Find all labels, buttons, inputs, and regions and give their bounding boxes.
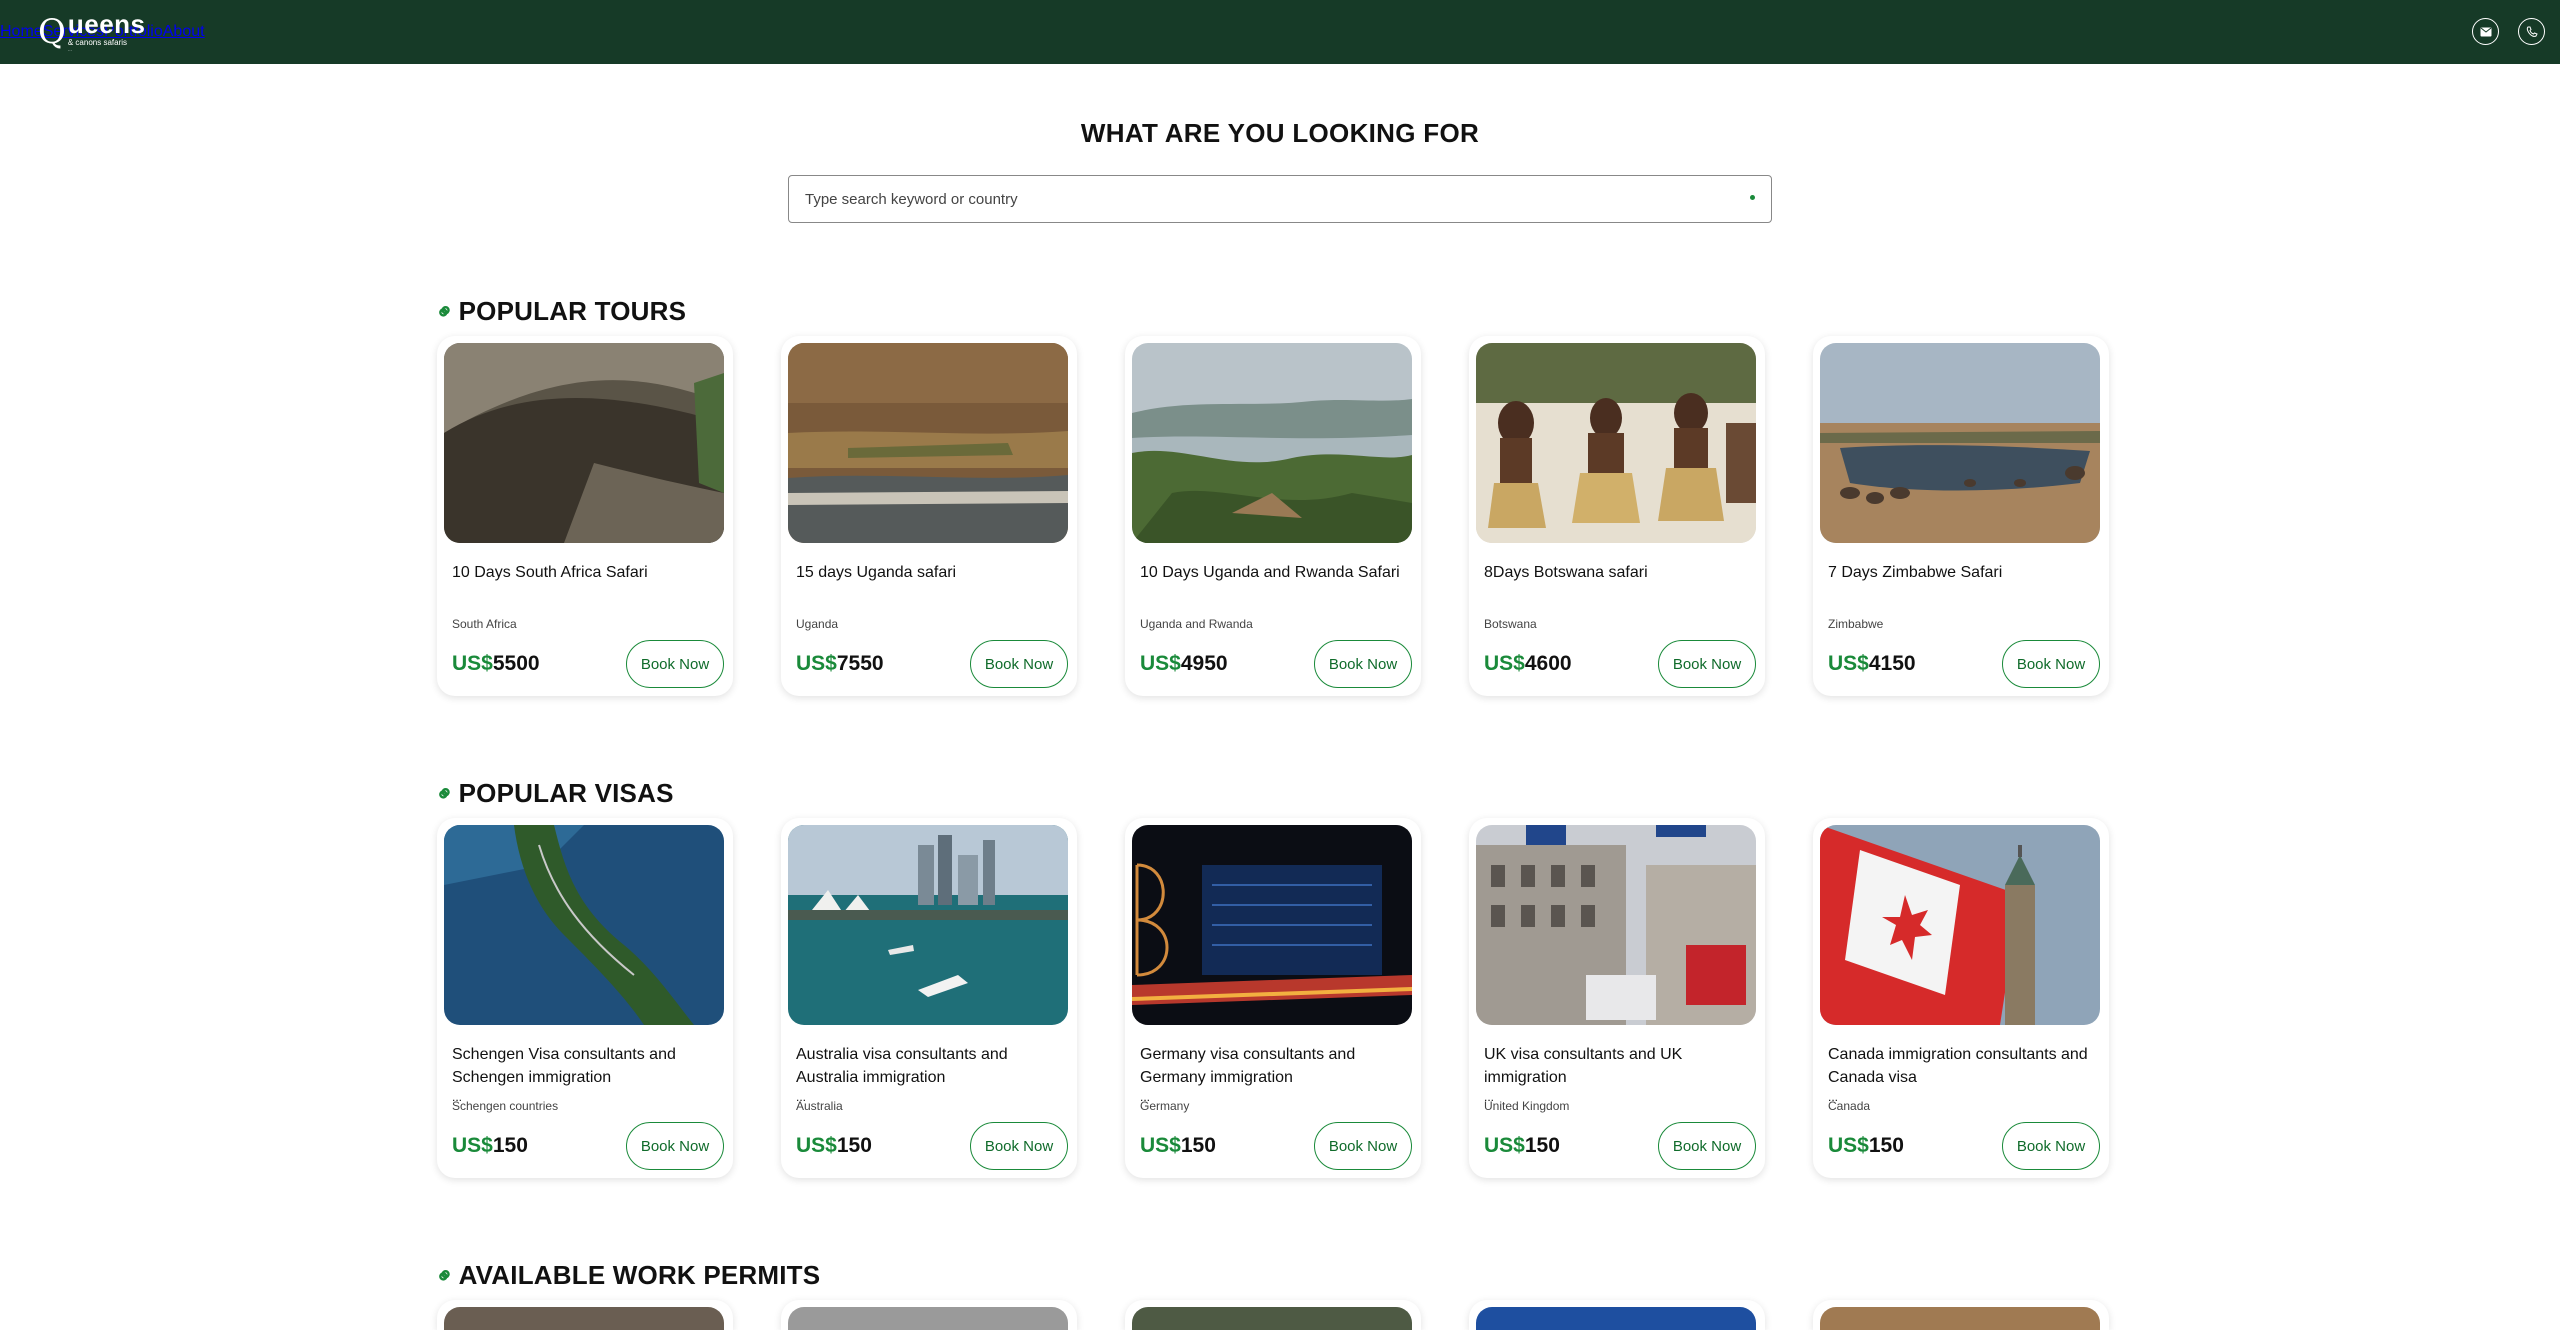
book-now-button[interactable]: Book Now bbox=[1314, 1122, 1412, 1170]
section-title-tours: ⚭ POPULAR TOURS bbox=[429, 295, 687, 327]
top-navbar: Q ueens & canons safaris ... Home Servic… bbox=[0, 0, 2560, 64]
book-now-button[interactable]: Book Now bbox=[626, 640, 724, 688]
site-logo[interactable]: Q ueens & canons safaris ... bbox=[38, 8, 146, 56]
tour-price: US$5500 bbox=[452, 652, 540, 675]
visa-price: US$150 bbox=[1828, 1134, 1904, 1157]
tour-image bbox=[1820, 343, 2100, 543]
tour-country: Botswana bbox=[1484, 617, 1537, 631]
link-icon: ⚭ bbox=[429, 777, 461, 809]
visa-country: Australia bbox=[796, 1099, 843, 1113]
book-now-button[interactable]: Book Now bbox=[2002, 1122, 2100, 1170]
visa-country: Schengen countries bbox=[452, 1099, 559, 1113]
book-now-button[interactable]: Book Now bbox=[970, 1122, 1068, 1170]
tour-title: 15 days Uganda safari bbox=[796, 564, 957, 581]
tour-card[interactable]: 7 Days Zimbabwe Safari Zimbabwe US$4150 … bbox=[1813, 336, 2109, 696]
visa-title: Germany visa consultants and Germany imm… bbox=[1140, 1046, 1356, 1086]
tour-card[interactable]: 10 Days South Africa Safari South Africa… bbox=[437, 336, 733, 696]
nav-about[interactable]: About bbox=[163, 23, 205, 41]
tour-country: Uganda bbox=[796, 617, 839, 631]
visa-title: Schengen Visa consultants and Schengen i… bbox=[452, 1046, 676, 1086]
visa-image bbox=[788, 825, 1068, 1025]
tour-title: 8Days Botswana safari bbox=[1484, 564, 1648, 581]
work-permit-card[interactable] bbox=[1469, 1300, 1765, 1330]
nav-home[interactable]: Home bbox=[0, 23, 43, 41]
visa-image bbox=[444, 825, 724, 1025]
visa-card[interactable]: Schengen Visa consultants and Schengen i… bbox=[437, 818, 733, 1178]
mail-icon[interactable] bbox=[2472, 18, 2499, 45]
tour-card[interactable]: 8Days Botswana safari Botswana US$4600 B… bbox=[1469, 336, 1765, 696]
tour-image bbox=[1476, 343, 1756, 543]
work-permit-card[interactable] bbox=[1813, 1300, 2109, 1330]
visa-image bbox=[1132, 825, 1412, 1025]
visa-country: Canada bbox=[1828, 1099, 1871, 1113]
tour-image bbox=[1132, 343, 1412, 543]
tour-price: US$4600 bbox=[1484, 652, 1572, 675]
book-now-button[interactable]: Book Now bbox=[2002, 640, 2100, 688]
logo-word: ueens bbox=[67, 8, 146, 39]
tour-country: Zimbabwe bbox=[1828, 617, 1884, 631]
link-icon: ⚭ bbox=[429, 1259, 461, 1291]
visa-image bbox=[1476, 825, 1756, 1025]
visa-card[interactable]: Canada immigration consultants and Canad… bbox=[1813, 818, 2109, 1178]
work-permit-card[interactable] bbox=[437, 1300, 733, 1330]
tour-image bbox=[788, 343, 1068, 543]
visa-title: Australia visa consultants and Australia… bbox=[796, 1046, 1008, 1086]
visa-price: US$150 bbox=[1140, 1134, 1216, 1157]
visa-card[interactable]: Germany visa consultants and Germany imm… bbox=[1125, 818, 1421, 1178]
section-title-visas: ⚭ POPULAR VISAS bbox=[429, 777, 674, 809]
book-now-button[interactable]: Book Now bbox=[1658, 1122, 1756, 1170]
section-title-work-permits: ⚭ AVAILABLE WORK PERMITS bbox=[429, 1259, 821, 1291]
logo-tagline: ... bbox=[67, 47, 73, 54]
tour-price: US$4150 bbox=[1828, 652, 1916, 675]
tour-title: 10 Days South Africa Safari bbox=[452, 564, 648, 581]
tour-price: US$7550 bbox=[796, 652, 884, 675]
search-indicator-dot bbox=[1750, 194, 1755, 200]
phone-icon[interactable] bbox=[2518, 18, 2545, 45]
tour-country: South Africa bbox=[452, 617, 517, 631]
book-now-button[interactable]: Book Now bbox=[1658, 640, 1756, 688]
book-now-button[interactable]: Book Now bbox=[626, 1122, 724, 1170]
search-input[interactable] bbox=[805, 190, 1750, 208]
visa-title: UK visa consultants and UK immigration bbox=[1484, 1046, 1683, 1086]
logo-subtitle: & canons safaris bbox=[67, 37, 128, 47]
tour-price: US$4950 bbox=[1140, 652, 1228, 675]
visa-price: US$150 bbox=[796, 1134, 872, 1157]
visa-card[interactable]: UK visa consultants and UK immigration .… bbox=[1469, 818, 1765, 1178]
logo-crown-q: Q bbox=[38, 12, 66, 52]
tour-card[interactable]: 15 days Uganda safari Uganda US$7550 Boo… bbox=[781, 336, 1077, 696]
tour-title: 10 Days Uganda and Rwanda Safari bbox=[1140, 564, 1400, 581]
work-permit-card[interactable] bbox=[781, 1300, 1077, 1330]
tour-image bbox=[444, 343, 724, 543]
visa-title: Canada immigration consultants and Canad… bbox=[1828, 1046, 2088, 1086]
visa-card[interactable]: Australia visa consultants and Australia… bbox=[781, 818, 1077, 1178]
visa-price: US$150 bbox=[452, 1134, 528, 1157]
tour-card[interactable]: 10 Days Uganda and Rwanda Safari Uganda … bbox=[1125, 336, 1421, 696]
visa-price: US$150 bbox=[1484, 1134, 1560, 1157]
book-now-button[interactable]: Book Now bbox=[1314, 640, 1412, 688]
visa-image bbox=[1820, 825, 2100, 1025]
tour-country: Uganda and Rwanda bbox=[1140, 617, 1253, 631]
link-icon: ⚭ bbox=[429, 295, 461, 327]
visa-country: United Kingdom bbox=[1484, 1099, 1570, 1113]
tour-title: 7 Days Zimbabwe Safari bbox=[1828, 564, 2003, 581]
search-heading: WHAT ARE YOU LOOKING FOR bbox=[1080, 118, 1480, 148]
book-now-button[interactable]: Book Now bbox=[970, 640, 1068, 688]
visa-country: Germany bbox=[1140, 1099, 1190, 1113]
work-permit-card[interactable] bbox=[1125, 1300, 1421, 1330]
search-box bbox=[788, 175, 1772, 223]
